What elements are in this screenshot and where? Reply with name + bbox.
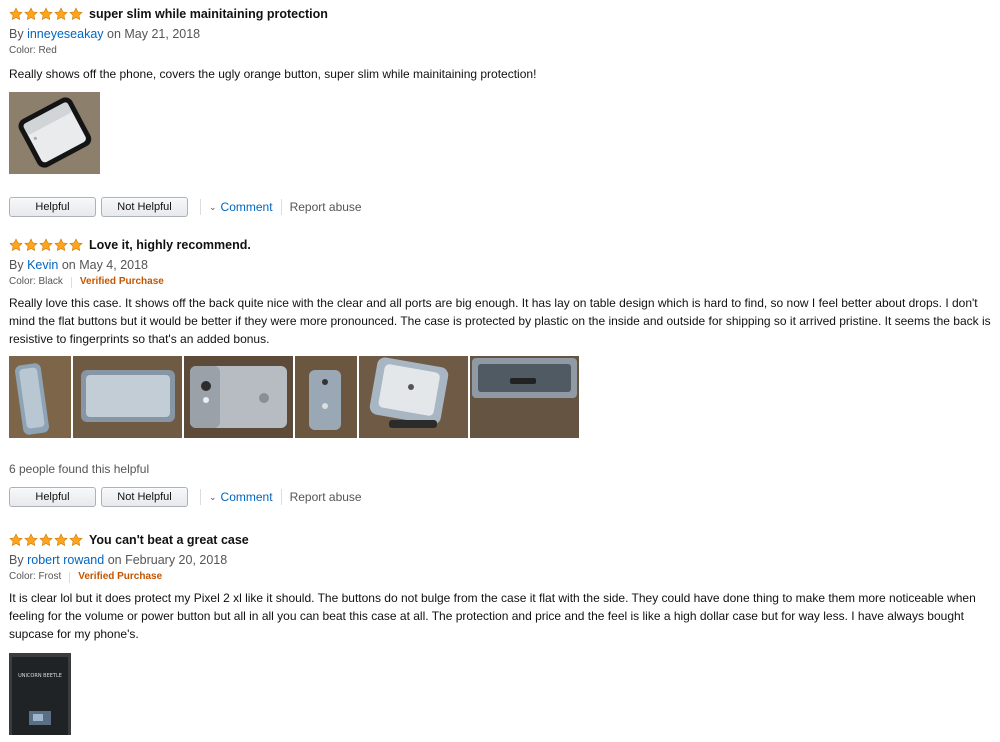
review-title[interactable]: Love it, highly recommend. (89, 238, 251, 252)
review-body: Really love this case. It shows off the … (9, 296, 991, 346)
review-2: Love it, highly recommend. By Kevin on M… (9, 236, 994, 508)
helpful-count: 6 people found this helpful (9, 462, 150, 476)
review-images: UNICORN BEETLE (9, 653, 994, 735)
action-divider (200, 489, 201, 505)
report-abuse-link[interactable]: Report abuse (290, 490, 362, 504)
star-icon (69, 238, 83, 252)
review-meta: Color: Frost Verified Purchase (9, 570, 994, 584)
star-icon (24, 533, 38, 547)
action-divider (280, 199, 282, 215)
product-color: Color: Black (9, 276, 63, 287)
review-actions: Helpful Not Helpful ⌄ Comment Report abu… (9, 486, 994, 508)
action-divider (200, 199, 201, 215)
helpful-button[interactable]: Helpful (9, 197, 96, 217)
review-author[interactable]: robert rowand (27, 553, 104, 567)
review-meta: Color: Black Verified Purchase (9, 275, 994, 289)
review-title-row: super slim while mainitaining protection (9, 5, 994, 23)
review-title[interactable]: super slim while mainitaining protection (89, 7, 328, 21)
review-date: on February 20, 2018 (107, 553, 228, 567)
star-icon (9, 7, 23, 21)
review-meta: Color: Red (9, 44, 994, 58)
star-icon (24, 238, 38, 252)
review-1: super slim while mainitaining protection… (9, 5, 994, 218)
review-image-6[interactable] (470, 356, 579, 438)
not-helpful-button[interactable]: Not Helpful (101, 487, 188, 507)
verified-purchase-badge[interactable]: Verified Purchase (80, 275, 164, 289)
review-body: Really shows off the phone, covers the u… (9, 67, 537, 81)
not-helpful-button[interactable]: Not Helpful (101, 197, 188, 217)
review-image-5[interactable] (359, 356, 468, 438)
report-abuse-link[interactable]: Report abuse (290, 200, 362, 214)
star-icon (54, 533, 68, 547)
review-author[interactable]: Kevin (27, 258, 58, 272)
star-icon (54, 7, 68, 21)
star-icon (54, 238, 68, 252)
star-rating[interactable] (9, 7, 83, 21)
by-label: By (9, 258, 24, 272)
box-brand-text: UNICORN BEETLE (18, 673, 62, 679)
action-divider (280, 489, 282, 505)
star-icon (39, 7, 53, 21)
star-rating[interactable] (9, 533, 83, 547)
review-image-box[interactable]: UNICORN BEETLE (9, 653, 71, 735)
review-images (9, 356, 994, 438)
review-date: on May 4, 2018 (61, 258, 149, 272)
review-date: on May 21, 2018 (107, 27, 201, 41)
review-actions: Helpful Not Helpful ⌄ Comment Report abu… (9, 196, 994, 218)
meta-separator (69, 571, 71, 583)
review-byline: By Kevin on May 4, 2018 (9, 257, 994, 273)
review-image-2[interactable] (73, 356, 182, 438)
star-icon (69, 533, 83, 547)
review-byline: By inneyeseakay on May 21, 2018 (9, 26, 994, 42)
by-label: By (9, 553, 24, 567)
by-label: By (9, 27, 24, 41)
review-image-4[interactable] (295, 356, 357, 438)
verified-purchase-badge[interactable]: Verified Purchase (78, 570, 162, 584)
review-title[interactable]: You can't beat a great case (89, 533, 249, 547)
star-icon (39, 238, 53, 252)
review-title-row: You can't beat a great case (9, 531, 994, 549)
star-icon (9, 533, 23, 547)
comment-label: Comment (220, 490, 273, 504)
review-image-1[interactable] (9, 356, 71, 438)
product-color: Color: Red (9, 45, 57, 56)
comment-link[interactable]: ⌄ Comment (209, 490, 273, 504)
chevron-down-icon: ⌄ (209, 491, 217, 502)
review-author[interactable]: inneyeseakay (27, 27, 103, 41)
star-rating[interactable] (9, 238, 83, 252)
star-icon (24, 7, 38, 21)
review-image-3[interactable] (184, 356, 293, 438)
review-images (9, 92, 994, 174)
star-icon (39, 533, 53, 547)
review-body: It is clear lol but it does protect my P… (9, 591, 976, 641)
helpful-button[interactable]: Helpful (9, 487, 96, 507)
review-byline: By robert rowand on February 20, 2018 (9, 552, 994, 568)
meta-separator (70, 276, 72, 288)
chevron-down-icon: ⌄ (209, 201, 217, 212)
review-title-row: Love it, highly recommend. (9, 236, 994, 254)
review-image-phone[interactable] (9, 92, 100, 174)
comment-label: Comment (220, 200, 273, 214)
comment-link[interactable]: ⌄ Comment (209, 200, 273, 214)
star-icon (9, 238, 23, 252)
review-3: You can't beat a great case By robert ro… (9, 531, 994, 735)
product-color: Color: Frost (9, 571, 62, 582)
star-icon (69, 7, 83, 21)
